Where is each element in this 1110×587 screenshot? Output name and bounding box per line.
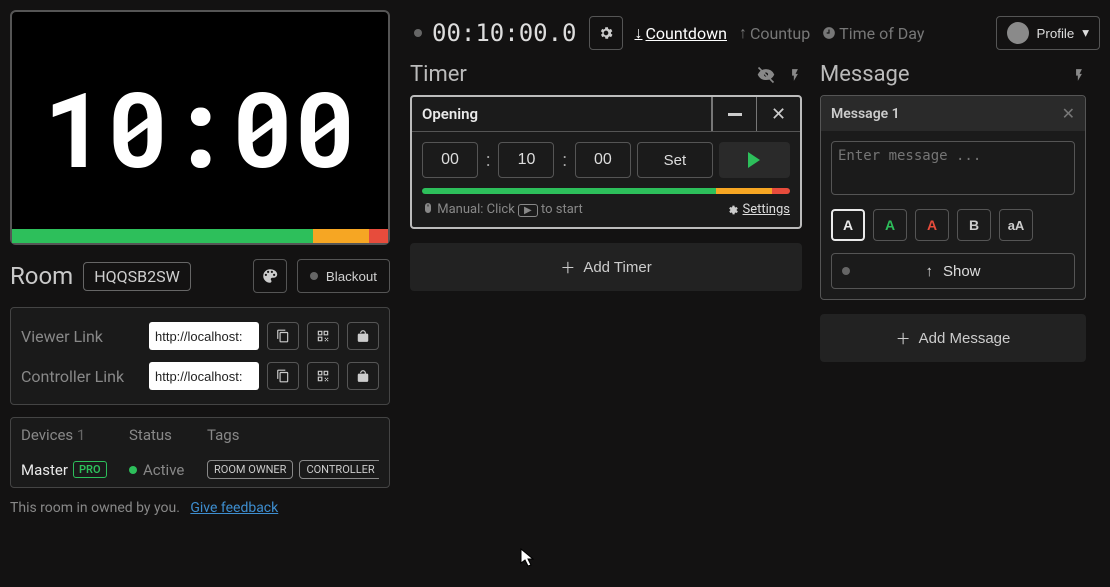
flash-icon[interactable] bbox=[788, 66, 802, 84]
device-name: Master bbox=[21, 461, 68, 479]
avatar bbox=[1007, 22, 1029, 44]
bold-button[interactable]: B bbox=[957, 209, 991, 241]
status-dot bbox=[310, 272, 318, 280]
preview-progress-bar bbox=[12, 229, 388, 243]
copy-controller-button[interactable] bbox=[267, 362, 299, 390]
preview-display: 10:00 bbox=[10, 10, 390, 245]
blackout-button[interactable]: Blackout bbox=[297, 259, 390, 293]
set-button[interactable]: Set bbox=[637, 142, 713, 178]
tag-room-owner: ROOM OWNER bbox=[207, 460, 293, 479]
qr-controller-button[interactable] bbox=[307, 362, 339, 390]
visibility-off-icon[interactable] bbox=[756, 65, 776, 85]
timer-settings-link[interactable]: Settings bbox=[727, 202, 790, 217]
flash-icon[interactable] bbox=[1072, 66, 1086, 84]
clock-icon bbox=[822, 26, 836, 40]
device-status: Active bbox=[143, 461, 184, 479]
unlock-icon bbox=[356, 369, 370, 383]
devices-count: 1 bbox=[77, 426, 85, 444]
controller-link-label: Controller Link bbox=[21, 367, 141, 386]
copy-icon bbox=[276, 369, 290, 383]
devices-header: Devices bbox=[21, 426, 73, 444]
hours-input[interactable] bbox=[422, 142, 478, 178]
hint-text: Manual: Click ▶ to start bbox=[422, 202, 583, 217]
gear-icon bbox=[598, 25, 614, 41]
play-icon bbox=[748, 152, 760, 168]
devices-box: Devices 1 Status Tags Master PRO Active … bbox=[10, 417, 390, 488]
timer-title[interactable]: Opening bbox=[412, 97, 712, 131]
caps-button[interactable]: aA bbox=[999, 209, 1033, 241]
plus-icon: ＋ bbox=[896, 328, 911, 349]
viewer-link-input[interactable] bbox=[149, 322, 259, 350]
add-message-button[interactable]: ＋ Add Message bbox=[820, 314, 1086, 362]
device-row: Master PRO Active ROOM OWNER CONTROLLER bbox=[11, 452, 389, 487]
close-message-button[interactable]: ✕ bbox=[1062, 104, 1075, 123]
gear-icon bbox=[727, 204, 739, 216]
pro-badge: PRO bbox=[73, 461, 107, 478]
status-header: Status bbox=[129, 426, 207, 444]
seconds-input[interactable] bbox=[575, 142, 631, 178]
controller-link-input[interactable] bbox=[149, 362, 259, 390]
profile-button[interactable]: Profile ▾ bbox=[996, 16, 1100, 50]
timer-progress-bar bbox=[422, 188, 790, 194]
message-textarea[interactable] bbox=[831, 141, 1075, 195]
message-heading: Message bbox=[820, 62, 910, 87]
chevron-down-icon: ▾ bbox=[1082, 25, 1089, 41]
qr-icon bbox=[316, 369, 330, 383]
minutes-input[interactable] bbox=[498, 142, 554, 178]
status-dot bbox=[842, 267, 850, 275]
room-code[interactable]: HQQSB2SW bbox=[83, 262, 191, 291]
tags-header: Tags bbox=[207, 426, 239, 444]
timer-heading: Timer bbox=[410, 62, 467, 87]
tag-controller: CONTROLLER bbox=[299, 460, 379, 479]
palette-button[interactable] bbox=[253, 259, 287, 293]
color-white-button[interactable]: A bbox=[831, 209, 865, 241]
palette-icon bbox=[261, 267, 279, 285]
profile-label: Profile bbox=[1037, 26, 1075, 41]
qr-icon bbox=[316, 329, 330, 343]
active-dot-icon bbox=[129, 466, 137, 474]
feedback-link[interactable]: Give feedback bbox=[190, 500, 278, 516]
arrow-up-icon: ↑ bbox=[739, 23, 747, 43]
add-timer-button[interactable]: ＋ Add Timer bbox=[410, 243, 802, 291]
links-box: Viewer Link Controller Link bbox=[10, 307, 390, 405]
settings-button[interactable] bbox=[589, 16, 623, 50]
message-card: Message 1 ✕ A A A B aA bbox=[820, 95, 1086, 300]
arrow-down-icon: ↓ bbox=[635, 23, 643, 43]
room-label: Room bbox=[10, 262, 73, 290]
close-button[interactable]: ✕ bbox=[756, 97, 800, 131]
message-title[interactable]: Message 1 bbox=[831, 106, 1062, 122]
tod-mode[interactable]: Time of Day bbox=[822, 24, 924, 43]
viewer-link-label: Viewer Link bbox=[21, 327, 141, 346]
preview-time: 10:00 bbox=[44, 59, 356, 196]
status-dot bbox=[414, 29, 422, 37]
mouse-icon bbox=[422, 202, 434, 214]
countdown-mode[interactable]: ↓ Countdown bbox=[635, 23, 727, 43]
qr-viewer-button[interactable] bbox=[307, 322, 339, 350]
arrow-up-icon: ↑ bbox=[925, 263, 933, 280]
unlock-icon bbox=[356, 329, 370, 343]
show-button[interactable]: ↑ Show bbox=[831, 253, 1075, 289]
lock-controller-button[interactable] bbox=[347, 362, 379, 390]
cursor-icon bbox=[520, 548, 536, 568]
lock-viewer-button[interactable] bbox=[347, 322, 379, 350]
plus-icon: ＋ bbox=[560, 257, 575, 278]
blackout-label: Blackout bbox=[326, 269, 377, 284]
minimize-button[interactable] bbox=[712, 97, 756, 131]
timer-card: Opening ✕ : : Set bbox=[410, 95, 802, 229]
copy-icon bbox=[276, 329, 290, 343]
owner-text: This room in owned by you. bbox=[10, 500, 180, 516]
countup-mode[interactable]: ↑ Countup bbox=[739, 23, 810, 43]
color-red-button[interactable]: A bbox=[915, 209, 949, 241]
header-time: 00:10:00.0 bbox=[432, 19, 577, 47]
play-button[interactable] bbox=[719, 142, 790, 178]
copy-viewer-button[interactable] bbox=[267, 322, 299, 350]
color-green-button[interactable]: A bbox=[873, 209, 907, 241]
